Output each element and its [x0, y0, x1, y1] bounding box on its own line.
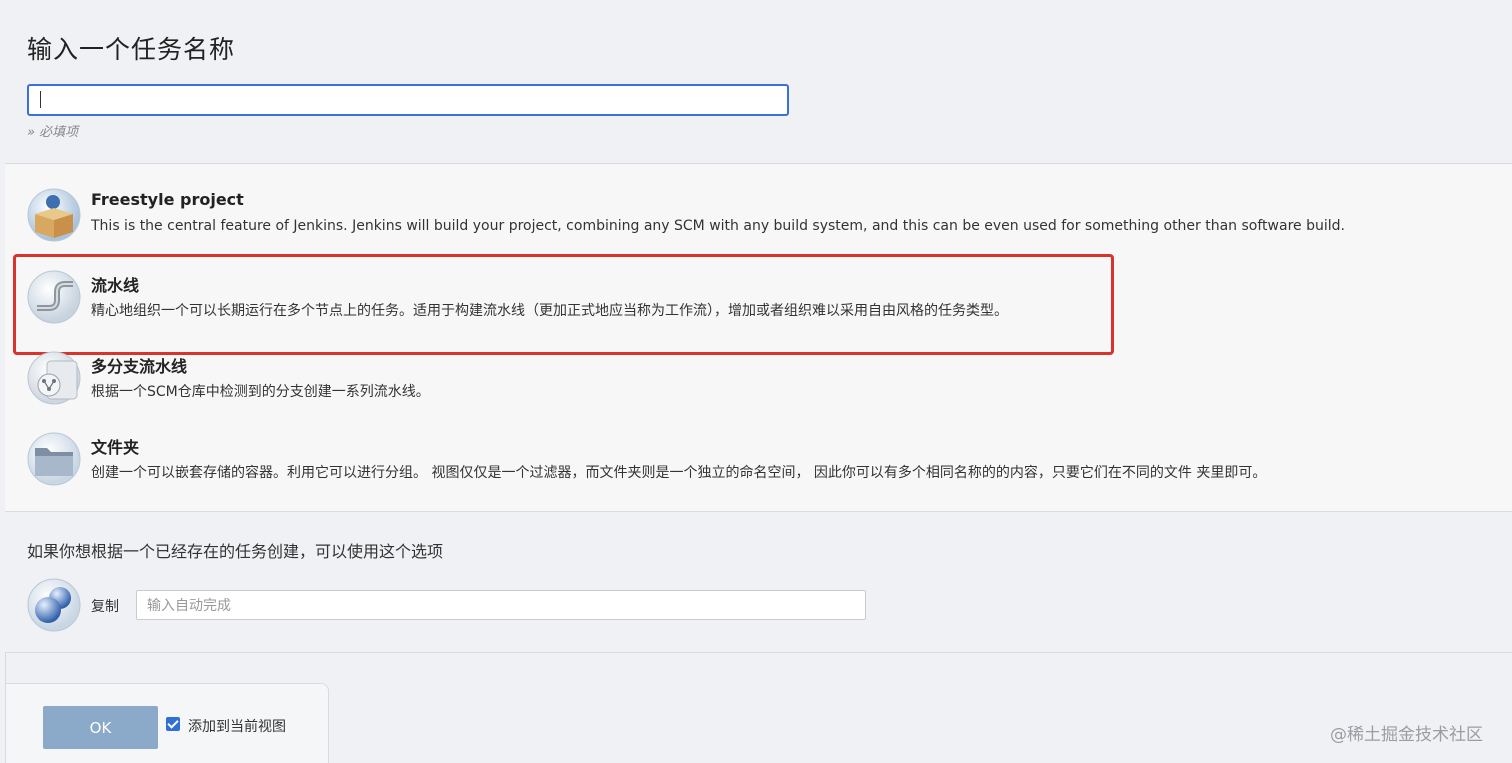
- job-type-multibranch-pipeline[interactable]: 多分支流水线 根据一个SCM仓库中检测到的分支创建一系列流水线。: [27, 351, 1487, 419]
- job-type-title: Freestyle project: [91, 190, 244, 209]
- pipeline-highlight-box: [13, 254, 1114, 355]
- job-type-title: 文件夹: [91, 438, 140, 457]
- copy-from-input[interactable]: [136, 590, 866, 620]
- freestyle-box-icon: [27, 188, 81, 242]
- job-type-description: 创建一个可以嵌套存储的容器。利用它可以进行分组。 视图仅仅是一个过滤器，而文件夹…: [91, 465, 1267, 481]
- watermark: @稀土掘金技术社区: [1330, 725, 1483, 745]
- required-hint: » 必填项: [27, 125, 79, 140]
- item-name-input[interactable]: [27, 84, 789, 116]
- job-type-description: This is the central feature of Jenkins. …: [91, 218, 1345, 234]
- multibranch-pipeline-icon: [27, 351, 81, 405]
- copy-label: 复制: [91, 599, 119, 615]
- copy-hint: 如果你想根据一个已经存在的任务创建，可以使用这个选项: [27, 542, 444, 561]
- name-section: [5, 0, 1512, 164]
- copy-section: [5, 512, 1512, 653]
- job-type-description: 根据一个SCM仓库中检测到的分支创建一系列流水线。: [91, 384, 430, 400]
- job-type-folder[interactable]: 文件夹 创建一个可以嵌套存储的容器。利用它可以进行分组。 视图仅仅是一个过滤器，…: [27, 432, 1487, 500]
- add-to-view-checkbox[interactable]: [166, 717, 180, 731]
- folder-icon: [27, 432, 81, 486]
- page-title: 输入一个任务名称: [27, 35, 236, 64]
- text-caret: [40, 91, 41, 108]
- job-type-freestyle[interactable]: Freestyle project This is the central fe…: [27, 188, 1487, 256]
- job-type-title: 多分支流水线: [91, 357, 188, 376]
- add-to-view-label[interactable]: 添加到当前视图: [188, 716, 286, 736]
- ok-button[interactable]: OK: [43, 706, 158, 749]
- copy-spheres-icon: [27, 578, 81, 632]
